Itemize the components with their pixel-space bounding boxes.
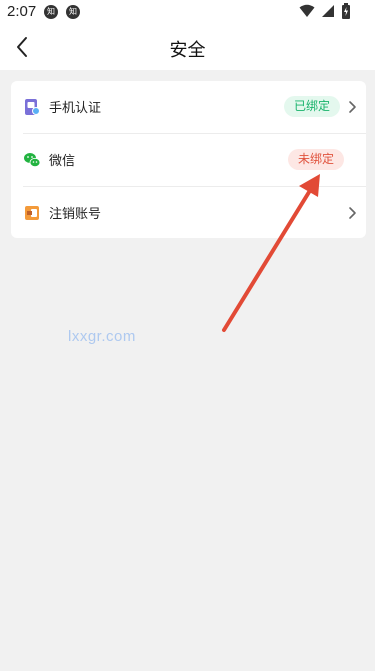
zhihu-notification-icon: 知: [44, 5, 58, 19]
zhihu-notification-icon: 知: [66, 5, 80, 19]
phone-verification-row[interactable]: 手机认证 已绑定: [11, 81, 366, 133]
phone-verify-icon: [25, 99, 40, 115]
wechat-icon: [24, 153, 40, 168]
wifi-icon: [299, 4, 315, 17]
status-time: 2:07: [7, 3, 37, 20]
nav-bar: 安全: [0, 24, 375, 70]
battery-icon: [342, 3, 350, 19]
wechat-row[interactable]: 微信 未绑定: [11, 134, 366, 186]
chevron-right-icon: [349, 207, 356, 219]
row-label: 手机认证: [49, 101, 102, 116]
row-label: 微信: [49, 154, 76, 169]
security-list: 手机认证 已绑定 微信 未绑定 注销账号: [11, 81, 366, 238]
bound-status-badge: 已绑定: [283, 96, 340, 117]
unbound-status-badge[interactable]: 未绑定: [287, 149, 344, 170]
watermark: lxxgr.com: [68, 328, 136, 345]
chevron-right-icon: [349, 101, 356, 113]
page-title: 安全: [169, 40, 206, 61]
cancel-account-icon: [25, 206, 39, 220]
cancel-account-row[interactable]: 注销账号: [11, 187, 366, 239]
status-bar: 2:07 知 知: [0, 0, 375, 24]
cellular-signal-icon: [322, 5, 334, 17]
row-label: 注销账号: [49, 207, 102, 222]
